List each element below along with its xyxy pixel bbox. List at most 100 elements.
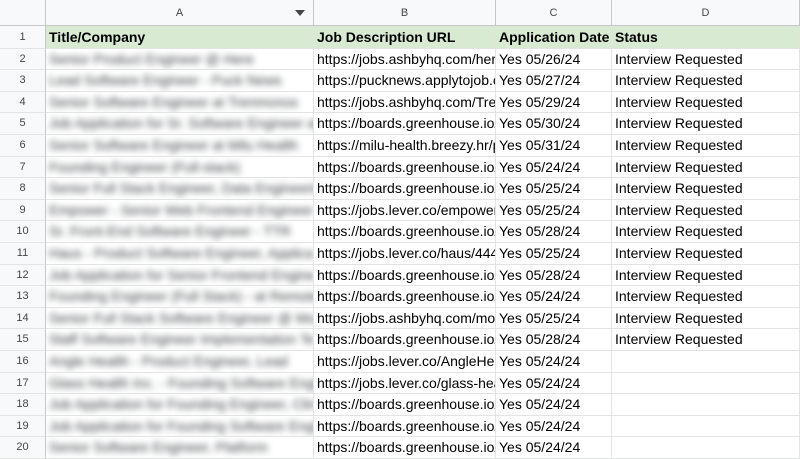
cell-application-date[interactable]: Yes 05/26/24 [496,48,612,71]
cell-status[interactable] [612,437,800,459]
cell-application-date[interactable]: Yes 05/24/24 [496,286,612,308]
cell-title-company[interactable]: Staff Software Engineer Implementation T… [46,329,314,351]
cell-title-company[interactable]: Senior Full Stack Software Engineer @ Mo… [46,307,314,330]
cell-application-date[interactable]: Yes 05/24/24 [496,415,612,438]
cell-job-url[interactable]: https://boards.greenhouse.io/s [314,415,496,438]
cell-status[interactable]: Interview Requested [612,48,800,71]
cell-status[interactable] [612,394,800,416]
cell-job-url[interactable]: https://milu-health.breezy.hr/p [314,135,496,157]
cell-job-url[interactable]: https://boards.greenhouse.io/t [314,178,496,200]
cell-application-date[interactable]: Yes 05/27/24 [496,70,612,92]
row-header[interactable]: 7 [0,156,46,179]
cell-application-date[interactable]: Yes 05/24/24 [496,394,612,416]
cell-status[interactable]: Interview Requested [612,264,800,287]
cell-application-date[interactable]: Yes 05/30/24 [496,113,612,135]
cell-title-company[interactable]: Angle Health - Product Engineer, Lead [46,351,314,373]
cell-job-url[interactable]: https://jobs.ashbyhq.com/here [314,48,496,71]
cell-job-url[interactable]: https://boards.greenhouse.io/t [314,113,496,135]
cell-application-date[interactable]: Yes 05/28/24 [496,329,612,351]
row-header[interactable]: 18 [0,394,46,416]
cell-job-url[interactable]: https://jobs.ashbyhq.com/Trer [314,91,496,114]
column-header-a[interactable]: A [46,0,314,26]
cell-application-date[interactable]: Yes 05/25/24 [496,307,612,330]
cell-title-company[interactable]: Senior Software Engineer, Platform [46,437,314,459]
cell-status[interactable]: Interview Requested [612,178,800,200]
cell-title-company[interactable]: Haus - Product Software Engineer, Applic… [46,243,314,265]
cell-job-url[interactable]: https://jobs.ashbyhq.com/mos [314,307,496,330]
cell-application-date[interactable]: Yes 05/31/24 [496,135,612,157]
cell-title-company[interactable]: Lead Software Engineer - Puck News [46,70,314,92]
cell-job-url[interactable]: https://boards.greenhouse.io/a [314,156,496,179]
cell-application-date[interactable]: Yes 05/28/24 [496,264,612,287]
cell-title-company[interactable]: Founding Engineer (Full-stack) [46,156,314,179]
cell-job-url[interactable]: https://boards.greenhouse.io/a [314,264,496,287]
cell-status[interactable]: Interview Requested [612,156,800,179]
cell-status[interactable]: Interview Requested [612,329,800,351]
header-cell-application-date[interactable]: Application Date [496,26,612,49]
cell-title-company[interactable]: Job Application for Senior Frontend Engi… [46,264,314,287]
cell-title-company[interactable]: Senior Product Engineer @ Here [46,48,314,71]
cell-status[interactable]: Interview Requested [612,221,800,243]
row-header[interactable]: 1 [0,26,46,49]
cell-job-url[interactable]: https://jobs.lever.co/glass-hea [314,372,496,395]
row-header[interactable]: 2 [0,48,46,71]
cell-title-company[interactable]: Job Application for Sr. Software Enginee… [46,113,314,135]
cell-job-url[interactable]: https://boards.greenhouse.io/a [314,437,496,459]
cell-application-date[interactable]: Yes 05/28/24 [496,221,612,243]
cell-job-url[interactable]: https://jobs.lever.co/haus/444( [314,243,496,265]
cell-status[interactable]: Interview Requested [612,286,800,308]
cell-status[interactable]: Interview Requested [612,199,800,222]
column-header-c[interactable]: C [496,0,612,26]
header-cell-status[interactable]: Status [612,26,800,49]
cell-title-company[interactable]: Senior Software Engineer at Trenmonos [46,91,314,114]
cell-status[interactable]: Interview Requested [612,91,800,114]
cell-application-date[interactable]: Yes 05/24/24 [496,156,612,179]
cell-status[interactable] [612,351,800,373]
cell-job-url[interactable]: https://pucknews.applytojob.c [314,70,496,92]
select-all-corner[interactable] [0,0,46,26]
cell-title-company[interactable]: Glass Health Inc. - Founding Software En… [46,372,314,395]
row-header[interactable]: 6 [0,135,46,157]
cell-title-company[interactable]: Job Application for Founding Engineer, C… [46,394,314,416]
cell-job-url[interactable]: https://jobs.lever.co/empower. [314,199,496,222]
cell-job-url[interactable]: https://boards.greenhouse.io/a [314,394,496,416]
column-menu-dropdown-icon[interactable] [295,10,305,16]
row-header[interactable]: 10 [0,221,46,243]
cell-status[interactable]: Interview Requested [612,113,800,135]
cell-job-url[interactable]: https://jobs.lever.co/AngleHea [314,351,496,373]
cell-application-date[interactable]: Yes 05/25/24 [496,178,612,200]
cell-job-url[interactable]: https://boards.greenhouse.io/a [314,286,496,308]
row-header[interactable]: 17 [0,372,46,395]
column-header-d[interactable]: D [612,0,800,26]
cell-application-date[interactable]: Yes 05/24/24 [496,437,612,459]
cell-status[interactable]: Interview Requested [612,70,800,92]
row-header[interactable]: 13 [0,286,46,308]
row-header[interactable]: 4 [0,91,46,114]
row-header[interactable]: 14 [0,307,46,330]
row-header[interactable]: 3 [0,70,46,92]
row-header[interactable]: 20 [0,437,46,459]
cell-application-date[interactable]: Yes 05/25/24 [496,243,612,265]
row-header[interactable]: 19 [0,415,46,438]
cell-application-date[interactable]: Yes 05/25/24 [496,199,612,222]
cell-status[interactable]: Interview Requested [612,307,800,330]
header-cell-job-url[interactable]: Job Description URL [314,26,496,49]
cell-title-company[interactable]: Sr. Front-End Software Engineer - TTR [46,221,314,243]
cell-title-company[interactable]: Founding Engineer (Full Stack) - at Remo… [46,286,314,308]
cell-status[interactable]: Interview Requested [612,135,800,157]
row-header[interactable]: 9 [0,199,46,222]
header-cell-title-company[interactable]: Title/Company [46,26,314,49]
row-header[interactable]: 8 [0,178,46,200]
cell-status[interactable]: Interview Requested [612,243,800,265]
cell-application-date[interactable]: Yes 05/24/24 [496,351,612,373]
row-header[interactable]: 12 [0,264,46,287]
cell-title-company[interactable]: Senior Full Stack Engineer, Data Enginee… [46,178,314,200]
row-header[interactable]: 5 [0,113,46,135]
cell-title-company[interactable]: Senior Software Engineer at Milu Health [46,135,314,157]
column-header-b[interactable]: B [314,0,496,26]
row-header[interactable]: 16 [0,351,46,373]
row-header[interactable]: 15 [0,329,46,351]
row-header[interactable]: 11 [0,243,46,265]
cell-application-date[interactable]: Yes 05/24/24 [496,372,612,395]
cell-status[interactable] [612,415,800,438]
